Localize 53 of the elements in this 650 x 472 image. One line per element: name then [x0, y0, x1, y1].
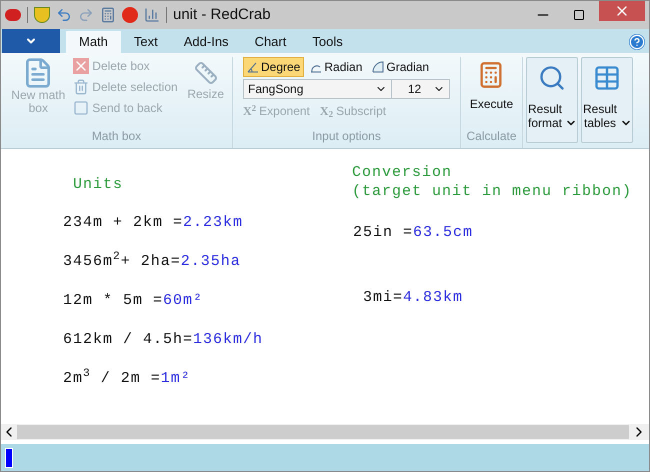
angle-mode-button[interactable]: Radian: [306, 57, 366, 77]
trash-icon: [73, 79, 90, 95]
group-label: Calculate: [466, 128, 517, 145]
ribbon-tab[interactable]: Chart: [242, 31, 300, 53]
calculator-icon[interactable]: [100, 7, 116, 23]
result-text: 136km/h: [193, 330, 264, 350]
expression-text: 612km / 4.5h=: [63, 330, 194, 350]
size-dropdown[interactable]: 12: [392, 79, 450, 99]
angle-icon: [247, 61, 259, 73]
undo-icon[interactable]: [56, 7, 72, 23]
result-text: 63.5cm: [413, 223, 474, 243]
window-title: unit - RedCrab: [173, 4, 271, 25]
font-dropdown[interactable]: FangSong: [243, 79, 392, 99]
result-text: 60m²: [163, 291, 204, 311]
result-text: 2.35ha: [180, 252, 241, 272]
angle-mode-button[interactable]: Gradian: [368, 57, 434, 77]
result-button[interactable]: Result format: [526, 57, 578, 143]
worksheet-heading: Conversion: [352, 163, 454, 182]
delete-icon: [73, 58, 90, 74]
magnifier-icon: [538, 64, 566, 92]
help-icon[interactable]: [629, 34, 645, 50]
worksheet-heading: Units: [73, 175, 124, 195]
group-label: Math box: [92, 128, 142, 145]
ribbon-tab[interactable]: Math: [66, 31, 121, 53]
expression-text: 3mi=: [363, 288, 404, 308]
horizontal-scrollbar[interactable]: [1, 424, 649, 440]
group-label: Input options: [312, 128, 381, 145]
execute-button[interactable]: Execute: [470, 57, 514, 113]
result-text: 1m²: [160, 369, 191, 389]
ribbon-tab[interactable]: Tools: [299, 31, 356, 53]
format-symbol: X$_{2}$: [320, 103, 334, 120]
redo-icon[interactable]: [78, 7, 94, 23]
result-text: 4.83km: [403, 288, 464, 308]
scrollbar-thumb[interactable]: [17, 425, 629, 439]
expression-text: 234m + 2km =: [63, 213, 184, 233]
result-button[interactable]: Result tables: [581, 57, 633, 143]
angle-mode-button[interactable]: Degree: [243, 57, 304, 77]
expression-text: 25in =: [353, 223, 414, 243]
shield-icon[interactable]: [34, 7, 50, 23]
expression-text: 2m$^{3}$ / 2m =: [63, 368, 161, 389]
quadrant-icon: [372, 61, 384, 73]
expression-text: 3456m$^{2}$+ 2ha=: [63, 251, 181, 272]
format-symbol: X$^{2}$: [243, 102, 256, 120]
ribbon-tab[interactable]: Text: [120, 31, 171, 53]
status-indicator: [5, 448, 13, 468]
ribbon-tab[interactable]: Add-Ins: [170, 31, 242, 53]
expression-text: 12m * 5m =: [63, 291, 164, 311]
close-button[interactable]: [599, 1, 645, 21]
result-text: 2.23km: [183, 213, 244, 233]
chart-icon[interactable]: [144, 7, 160, 23]
table-icon: [593, 64, 621, 92]
maximize-icon[interactable]: [573, 9, 585, 21]
worksheet-heading: (target unit in menu ribbon): [352, 182, 632, 201]
